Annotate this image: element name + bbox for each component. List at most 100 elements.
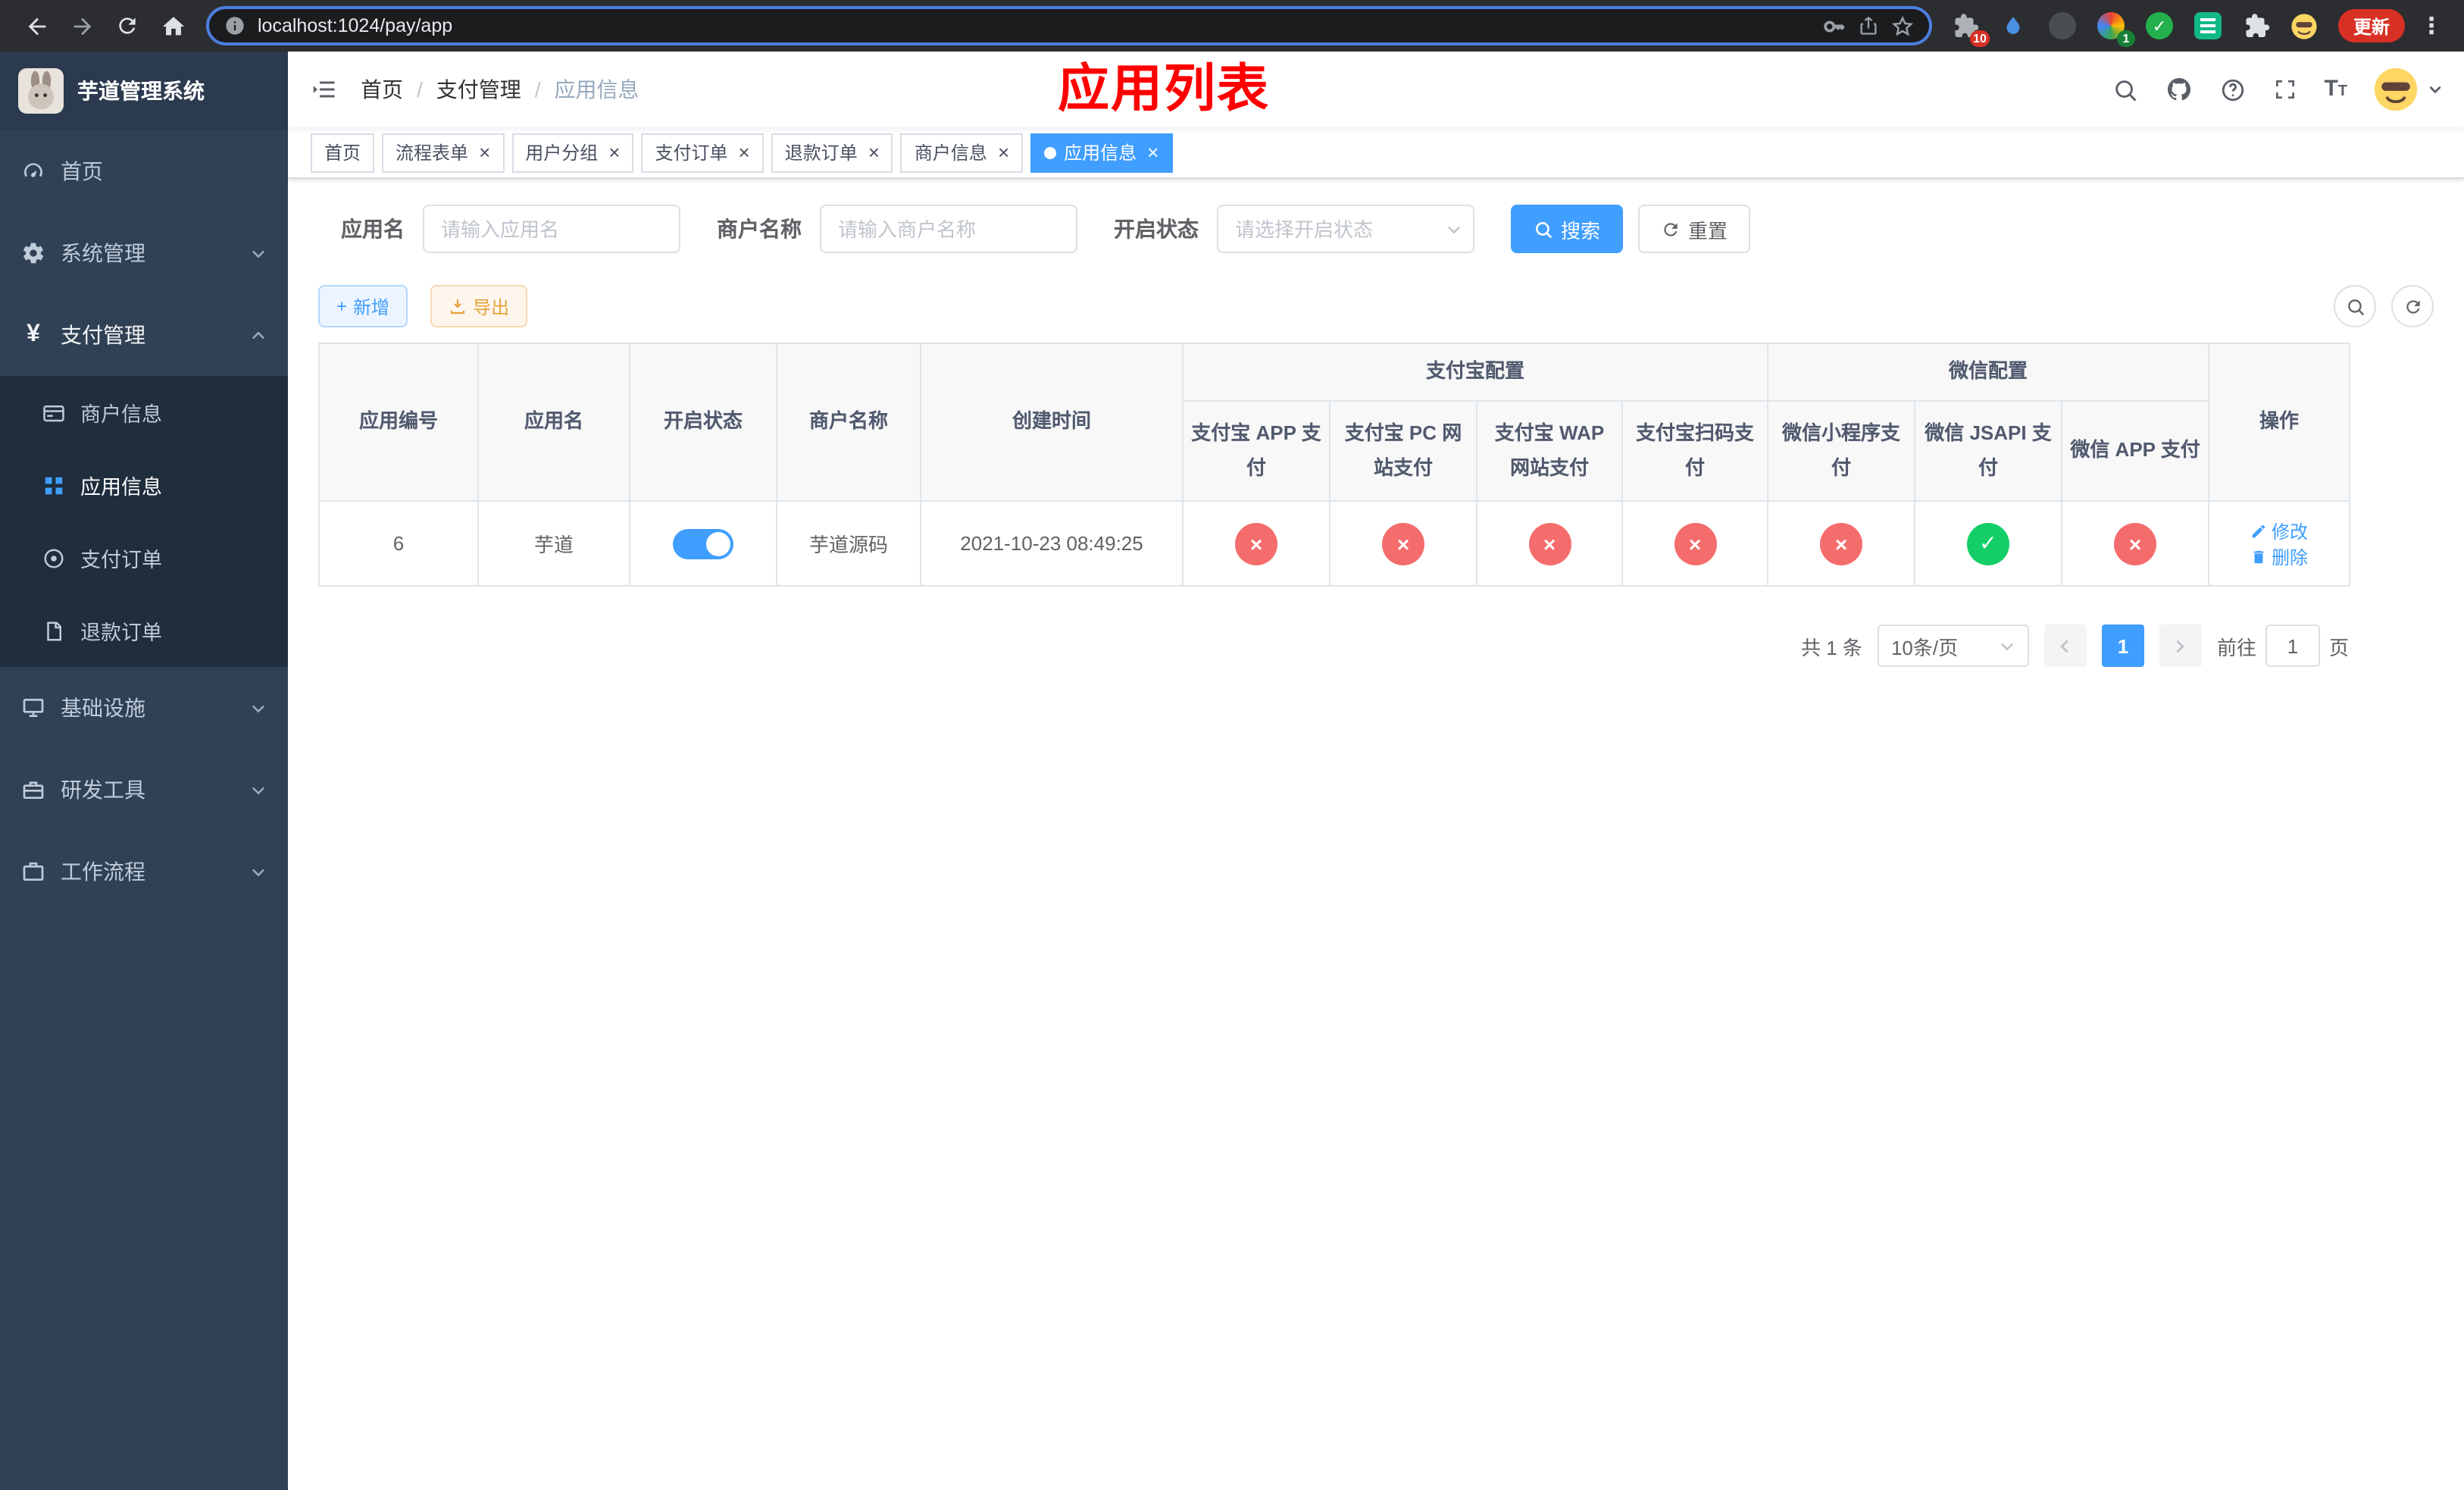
goto-page-input[interactable] bbox=[2265, 624, 2320, 667]
search-button[interactable] bbox=[2098, 77, 2151, 102]
puzzle-extension-icon[interactable]: 10 bbox=[1947, 8, 1990, 47]
home-icon bbox=[161, 16, 184, 35]
export-button[interactable]: 导出 bbox=[430, 285, 528, 327]
font-size-icon: T bbox=[2324, 76, 2338, 102]
refresh-icon bbox=[1664, 222, 1678, 236]
cell-merchant: 芋道源码 bbox=[776, 500, 921, 587]
page-title-annotation: 应用列表 bbox=[1058, 61, 1270, 118]
github-button[interactable] bbox=[2151, 76, 2206, 103]
prev-page-button[interactable] bbox=[2043, 624, 2087, 667]
emoji-extension-icon[interactable] bbox=[2287, 8, 2323, 44]
plus-icon: + bbox=[336, 296, 348, 317]
breadcrumb-item[interactable]: 首页 bbox=[361, 74, 403, 105]
update-button[interactable]: 更新 bbox=[2337, 9, 2405, 42]
extensions-menu-icon[interactable] bbox=[2238, 8, 2275, 44]
font-size-button[interactable]: TT bbox=[2310, 76, 2361, 102]
key-icon[interactable] bbox=[1823, 14, 1846, 37]
merchant-name-label: 商户名称 bbox=[717, 217, 802, 241]
app-title: 芋道管理系统 bbox=[77, 79, 205, 103]
tab-process-form[interactable]: 流程表单 × bbox=[382, 133, 505, 172]
sidebar-item-pay-orders[interactable]: 支付订单 bbox=[0, 521, 288, 594]
delete-button[interactable]: 删除 bbox=[2250, 543, 2308, 569]
sidebar-item-home[interactable]: 首页 bbox=[0, 130, 288, 212]
tab-home[interactable]: 首页 bbox=[311, 133, 375, 172]
site-info-icon[interactable] bbox=[224, 15, 245, 36]
forward-button[interactable] bbox=[61, 5, 103, 47]
user-menu[interactable] bbox=[2361, 67, 2443, 112]
sidebar-item-dev-tools[interactable]: 研发工具 bbox=[0, 749, 288, 831]
column-header: 支付宝扫码支付 bbox=[1621, 400, 1769, 502]
app-table: 应用编号 应用名 开启状态 商户名称 创建时间 支付宝配置 微信配置 操作 支付… bbox=[318, 343, 2351, 587]
reset-button[interactable]: 重置 bbox=[1638, 205, 1751, 253]
sidebar-logo[interactable]: 芋道管理系统 bbox=[0, 52, 288, 130]
breadcrumb-item[interactable]: 支付管理 bbox=[436, 74, 521, 105]
droplet-extension-icon[interactable] bbox=[1996, 8, 2032, 44]
tab-user-group[interactable]: 用户分组 × bbox=[511, 133, 634, 172]
forward-icon bbox=[73, 17, 91, 35]
close-icon[interactable]: × bbox=[868, 142, 880, 162]
browser-menu-icon[interactable]: ⋮ bbox=[2408, 12, 2449, 39]
sidebar-item-infra[interactable]: 基础设施 bbox=[0, 667, 288, 749]
goto-label: 前往 bbox=[2216, 636, 2256, 659]
hamburger-button[interactable] bbox=[288, 76, 361, 103]
sidebar-item-merchant-info[interactable]: 商户信息 bbox=[0, 376, 288, 449]
cell-app-name: 芋道 bbox=[477, 500, 630, 587]
tab-refund-orders[interactable]: 退款订单 × bbox=[771, 133, 893, 172]
add-button[interactable]: + 新增 bbox=[318, 285, 408, 327]
edit-button[interactable]: 修改 bbox=[2250, 518, 2308, 543]
home-button[interactable] bbox=[152, 5, 194, 47]
bookmark-star-icon[interactable] bbox=[1891, 14, 1914, 37]
green-check-extension-icon[interactable]: ✓ bbox=[2141, 8, 2178, 44]
page-number-1[interactable]: 1 bbox=[2101, 624, 2144, 667]
pagination: 共 1 条 10条/页 1 前往 页 bbox=[318, 624, 2349, 667]
page-size-select[interactable]: 10条/页 bbox=[1877, 624, 2029, 667]
breadcrumb-separator: / bbox=[534, 77, 541, 102]
green-book-extension-icon[interactable] bbox=[2190, 8, 2226, 44]
sidebar-item-system[interactable]: 系统管理 bbox=[0, 212, 288, 294]
chevron-left-icon bbox=[2061, 640, 2069, 652]
hamburger-icon bbox=[313, 81, 335, 98]
refresh-table-button[interactable] bbox=[2391, 285, 2434, 327]
status-select[interactable] bbox=[1217, 205, 1474, 253]
colorwheel-extension-icon[interactable]: 1 bbox=[2093, 8, 2135, 47]
avatar bbox=[2374, 67, 2418, 111]
close-icon[interactable]: × bbox=[608, 142, 620, 162]
column-header: 操作 bbox=[2208, 343, 2351, 502]
dark-circle-extension-icon[interactable] bbox=[2044, 8, 2081, 44]
extension-badge: 10 bbox=[1970, 30, 1990, 47]
chevron-down-icon bbox=[2001, 642, 2013, 650]
next-page-button[interactable] bbox=[2159, 624, 2202, 667]
sidebar-item-payment[interactable]: ¥ 支付管理 bbox=[0, 294, 288, 376]
search-button[interactable]: 搜索 bbox=[1511, 205, 1624, 253]
column-header: 开启状态 bbox=[629, 343, 777, 502]
tab-app-info[interactable]: 应用信息 × bbox=[1030, 133, 1173, 172]
close-icon[interactable]: × bbox=[998, 142, 1009, 162]
sidebar-item-refund-orders[interactable]: 退款订单 bbox=[0, 594, 288, 667]
breadcrumb: 首页 / 支付管理 / 应用信息 bbox=[361, 74, 639, 105]
share-icon[interactable] bbox=[1858, 15, 1879, 36]
sidebar-item-workflow[interactable]: 工作流程 bbox=[0, 831, 288, 912]
tab-pay-orders[interactable]: 支付订单 × bbox=[641, 133, 764, 172]
status-toggle[interactable] bbox=[673, 528, 733, 559]
sidebar-item-label: 基础设施 bbox=[61, 696, 145, 720]
tab-merchant-info[interactable]: 商户信息 × bbox=[900, 133, 1024, 172]
goto-unit: 页 bbox=[2328, 636, 2349, 659]
app-navbar: 首页 / 支付管理 / 应用信息 应用列表 T T bbox=[288, 52, 2464, 127]
back-button[interactable] bbox=[15, 5, 58, 47]
close-icon[interactable]: × bbox=[739, 142, 750, 162]
toggle-search-button[interactable] bbox=[2334, 285, 2376, 327]
help-button[interactable] bbox=[2206, 77, 2259, 102]
column-header: 微信 APP 支付 bbox=[2061, 400, 2210, 502]
chevron-down-icon bbox=[252, 868, 264, 876]
column-header: 创建时间 bbox=[920, 343, 1184, 502]
merchant-name-input[interactable] bbox=[820, 205, 1077, 253]
reload-button[interactable] bbox=[106, 5, 149, 47]
fullscreen-button[interactable] bbox=[2259, 77, 2310, 102]
address-bar[interactable]: localhost:1024/pay/app bbox=[206, 6, 1932, 45]
close-icon[interactable]: × bbox=[479, 142, 490, 162]
close-icon[interactable]: × bbox=[1147, 142, 1159, 162]
status-label: 开启状态 bbox=[1114, 217, 1199, 241]
app-name-input[interactable] bbox=[423, 205, 680, 253]
column-header: 支付宝 WAP 网站支付 bbox=[1476, 400, 1623, 502]
sidebar-item-app-info[interactable]: 应用信息 bbox=[0, 449, 288, 521]
